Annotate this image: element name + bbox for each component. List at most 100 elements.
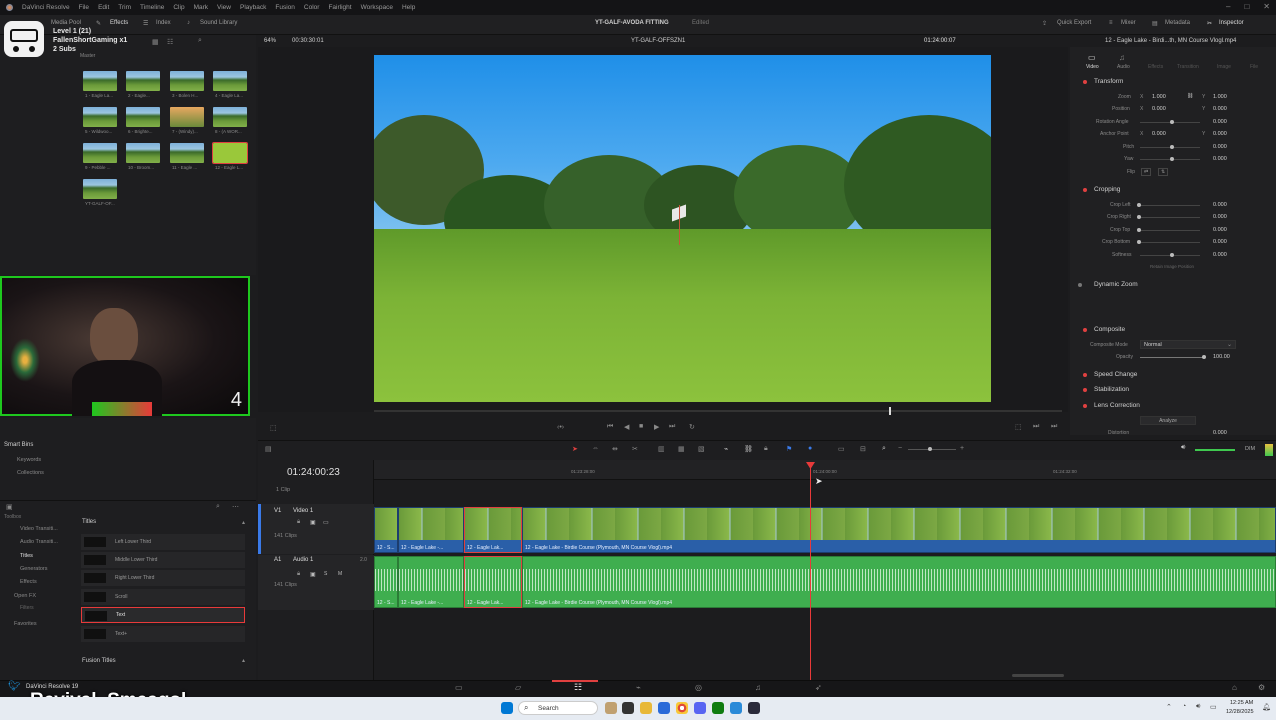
enable-dot-icon[interactable]: [1083, 328, 1087, 332]
edit-page-icon[interactable]: ☷: [574, 682, 582, 693]
slider-knob[interactable]: [1137, 228, 1141, 232]
file-explorer-icon[interactable]: [640, 702, 652, 714]
composite-mode-dropdown[interactable]: Normal ⌄: [1140, 340, 1236, 349]
audio-clip[interactable]: 12 - Eagle Lake -...: [398, 556, 464, 608]
list-view-icon[interactable]: ☷: [167, 38, 173, 46]
audio-clip[interactable]: 12 - Eagle Lake - Birdie Course (Plymout…: [522, 556, 1276, 608]
full-extent-icon[interactable]: ▭: [838, 445, 845, 453]
inspector-tab[interactable]: Video: [1086, 64, 1099, 70]
enable-dot-icon[interactable]: [1078, 283, 1082, 287]
viewer-options-icon[interactable]: ⬚: [270, 424, 277, 432]
video-tab-icon[interactable]: ▭: [1088, 53, 1096, 62]
composite-header[interactable]: Composite: [1094, 326, 1125, 333]
flip-horizontal-icon[interactable]: ⇄: [1141, 168, 1152, 176]
fusion-page-icon[interactable]: ⌁: [636, 683, 641, 692]
menu-item[interactable]: File: [79, 4, 89, 11]
timeline-name[interactable]: YT-GALF-OFFSZN1: [631, 38, 685, 44]
enable-dot-icon[interactable]: [1083, 188, 1087, 192]
mute-icon[interactable]: M: [338, 571, 342, 577]
overwrite-clip-icon[interactable]: ▦: [678, 445, 685, 453]
enable-dot-icon[interactable]: [1083, 80, 1087, 84]
speed-change-header[interactable]: Speed Change: [1094, 371, 1137, 378]
slider-knob[interactable]: [1137, 203, 1141, 207]
timeline-timecode[interactable]: 01:24:00:23: [287, 467, 340, 478]
slider-knob[interactable]: [1170, 120, 1174, 124]
slider-knob[interactable]: [1202, 355, 1206, 359]
media-thumbnail[interactable]: [170, 143, 204, 163]
slider-knob[interactable]: [1137, 215, 1141, 219]
last-frame-icon[interactable]: ⏭: [1051, 423, 1057, 431]
skip-start-icon[interactable]: ⏮: [607, 423, 613, 431]
marker-icon[interactable]: ●: [808, 445, 812, 452]
slider-knob[interactable]: [1137, 240, 1141, 244]
media-pool-tab[interactable]: Media Pool: [51, 20, 81, 26]
davinci-resolve-icon[interactable]: [748, 702, 760, 714]
title-item[interactable]: Right Lower Third: [81, 570, 245, 586]
inspector-button[interactable]: Inspector: [1219, 20, 1244, 26]
dim-button[interactable]: DIM: [1245, 446, 1255, 452]
tray-chevron-icon[interactable]: ⌃: [1166, 703, 1172, 711]
disable-track-icon[interactable]: ▭: [323, 519, 329, 526]
flip-vertical-icon[interactable]: ⇅: [1158, 168, 1169, 176]
menu-item[interactable]: Color: [304, 4, 320, 11]
crop-left-value[interactable]: 0.000: [1213, 202, 1227, 208]
a1-track-name[interactable]: Audio 1: [293, 557, 313, 563]
insert-clip-icon[interactable]: ▥: [658, 445, 665, 453]
home-icon[interactable]: ⌂: [1232, 683, 1237, 692]
stop-icon[interactable]: ■: [639, 423, 643, 430]
enable-dot-icon[interactable]: [1083, 373, 1087, 377]
lens-correction-header[interactable]: Lens Correction: [1094, 402, 1140, 409]
title-item[interactable]: Scroll: [81, 589, 245, 605]
menu-item[interactable]: Fusion: [275, 4, 295, 11]
crop-right-value[interactable]: 0.000: [1213, 214, 1227, 220]
lock-icon[interactable]: 🔒︎: [297, 519, 300, 526]
title-item-selected[interactable]: Text: [81, 607, 245, 623]
video-clip[interactable]: 12 - S...: [374, 507, 398, 553]
cropping-header[interactable]: Cropping: [1094, 186, 1120, 193]
link-icon[interactable]: ⛓: [1187, 93, 1193, 99]
grid-view-icon[interactable]: ▦: [152, 38, 159, 46]
anchor-y-value[interactable]: 0.000: [1213, 131, 1227, 137]
inspector-tab[interactable]: Image: [1217, 64, 1231, 70]
crop-bottom-value[interactable]: 0.000: [1213, 239, 1227, 245]
zoom-in-icon[interactable]: +: [960, 445, 964, 452]
menu-item[interactable]: Trim: [118, 4, 131, 11]
mixer-icon[interactable]: ≡: [1109, 20, 1113, 26]
snapping-icon[interactable]: ⌁: [724, 445, 728, 453]
taskbar-time[interactable]: 12:25 AM: [1230, 700, 1253, 706]
title-item[interactable]: Text+: [81, 626, 245, 642]
menu-item[interactable]: Fairlight: [328, 4, 351, 11]
play-icon[interactable]: ▶: [654, 423, 659, 431]
collapse-icon[interactable]: ▴: [242, 519, 245, 526]
task-view-icon[interactable]: [622, 702, 634, 714]
slider-knob[interactable]: [1170, 157, 1174, 161]
yaw-value[interactable]: 0.000: [1213, 156, 1227, 162]
position-x-value[interactable]: 0.000: [1152, 106, 1166, 112]
zoom-slider-knob[interactable]: [928, 447, 932, 451]
inspector-tab[interactable]: File: [1250, 64, 1258, 70]
xbox-icon[interactable]: [712, 702, 724, 714]
media-thumbnail[interactable]: [170, 107, 204, 127]
position-y-value[interactable]: 0.000: [1213, 106, 1227, 112]
jog-icon[interactable]: ‹•›: [557, 424, 564, 431]
replace-clip-icon[interactable]: ▧: [698, 445, 705, 453]
metadata-icon[interactable]: ▤: [1152, 20, 1158, 27]
collapse-icon[interactable]: ▴: [242, 657, 245, 664]
selection-tool-icon[interactable]: ➤: [572, 445, 578, 453]
transform-header[interactable]: Transform: [1094, 78, 1123, 85]
chrome-icon[interactable]: [676, 702, 688, 714]
media-thumbnail[interactable]: [126, 71, 160, 91]
crop-top-slider[interactable]: [1140, 230, 1200, 231]
slider-knob[interactable]: [1170, 253, 1174, 257]
media-thumbnail[interactable]: [83, 107, 117, 127]
tree-item[interactable]: Generators: [20, 566, 48, 572]
media-thumbnail[interactable]: [170, 71, 204, 91]
tree-item-selected[interactable]: Titles: [20, 553, 33, 559]
trim-tool-icon[interactable]: ⇔: [592, 445, 599, 452]
zoom-out-icon[interactable]: −: [898, 445, 902, 452]
analyze-button[interactable]: Analyze: [1140, 416, 1196, 425]
menu-item[interactable]: Playback: [240, 4, 266, 11]
pitch-value[interactable]: 0.000: [1213, 144, 1227, 150]
discord-icon[interactable]: [694, 702, 706, 714]
media-thumbnail[interactable]: [213, 71, 247, 91]
